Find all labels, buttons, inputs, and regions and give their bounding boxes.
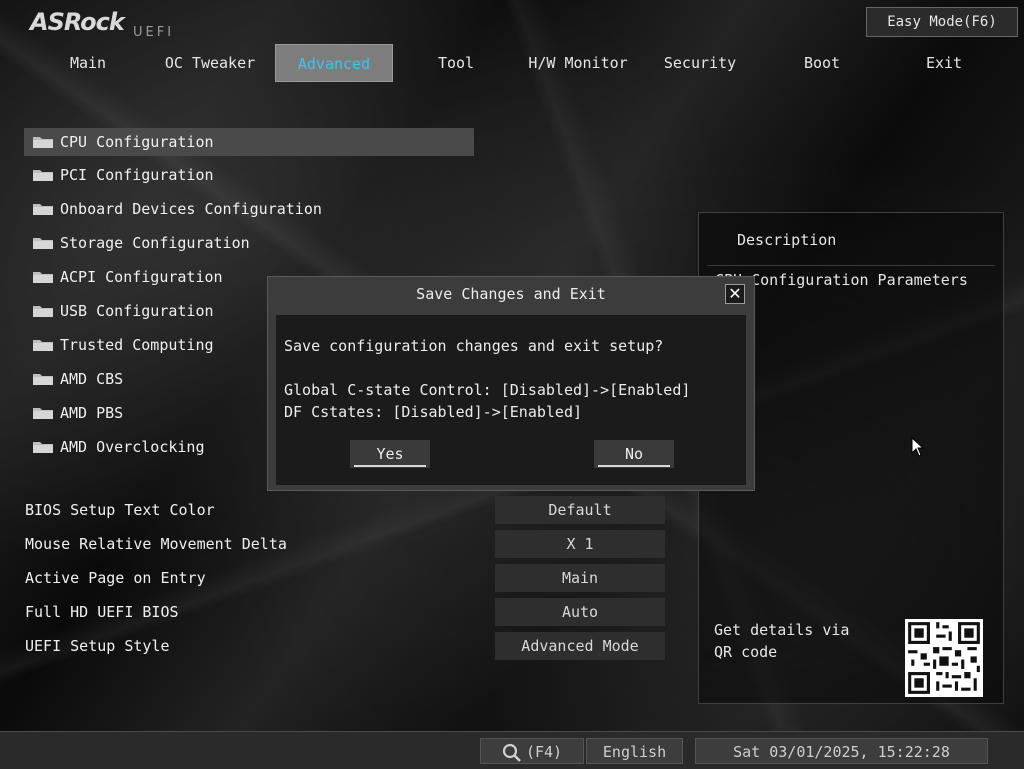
qr-code-icon (905, 619, 983, 697)
description-title: Description (737, 231, 837, 249)
settings-list: BIOS Setup Text Color Default Mouse Rela… (25, 493, 670, 663)
setting-label: BIOS Setup Text Color (25, 501, 215, 519)
folder-icon (33, 170, 53, 181)
setting-row: Mouse Relative Movement Delta X 1 (25, 527, 670, 561)
setting-label: Mouse Relative Movement Delta (25, 535, 287, 553)
menu-item-label: ACPI Configuration (60, 268, 223, 286)
search-icon (502, 743, 521, 762)
save-changes-dialog: Save Changes and Exit ✕ Save configurati… (267, 276, 755, 491)
folder-icon (33, 137, 53, 148)
main-tab-bar: Main OC Tweaker Advanced Tool H/W Monito… (29, 44, 1017, 82)
dialog-question: Save configuration changes and exit setu… (284, 337, 664, 355)
tab-boot[interactable]: Boot (763, 44, 881, 82)
mouse-cursor-icon (911, 437, 925, 457)
setting-row: Active Page on Entry Main (25, 561, 670, 595)
search-key-label: (F4) (525, 743, 563, 761)
menu-item-label: Storage Configuration (60, 234, 250, 252)
active-page-select[interactable]: Main (495, 564, 665, 592)
mouse-delta-select[interactable]: X 1 (495, 530, 665, 558)
menu-item-label: AMD PBS (60, 404, 124, 422)
close-icon[interactable]: ✕ (725, 284, 745, 304)
folder-icon (33, 204, 53, 215)
tab-hw-monitor[interactable]: H/W Monitor (519, 44, 637, 82)
menu-item-label: USB Configuration (60, 302, 214, 320)
tab-tool[interactable]: Tool (397, 44, 515, 82)
bottom-status-bar: (F4) English Sat 03/01/2025, 15:22:28 (0, 731, 1024, 769)
tab-main[interactable]: Main (29, 44, 147, 82)
tab-exit[interactable]: Exit (885, 44, 1003, 82)
setting-row: UEFI Setup Style Advanced Mode (25, 629, 670, 663)
search-button[interactable]: (F4) (480, 738, 584, 764)
dialog-title: Save Changes and Exit (416, 285, 606, 303)
dialog-change-line: Global C-state Control: [Disabled]->[Ena… (284, 381, 691, 399)
datetime-display: Sat 03/01/2025, 15:22:28 (695, 738, 988, 764)
folder-icon (33, 408, 53, 419)
menu-item-cpu-configuration[interactable]: CPU Configuration (24, 128, 474, 156)
tab-oc-tweaker[interactable]: OC Tweaker (151, 44, 269, 82)
dialog-body: Save configuration changes and exit setu… (276, 315, 746, 485)
language-button[interactable]: English (586, 738, 683, 764)
menu-item-label: AMD CBS (60, 370, 124, 388)
menu-item-storage-configuration[interactable]: Storage Configuration (24, 226, 474, 260)
full-hd-uefi-select[interactable]: Auto (495, 598, 665, 626)
folder-icon (33, 238, 53, 249)
setting-label: UEFI Setup Style (25, 637, 170, 655)
setting-label: Full HD UEFI BIOS (25, 603, 179, 621)
easy-mode-button[interactable]: Easy Mode(F6) (866, 7, 1018, 37)
setting-row: Full HD UEFI BIOS Auto (25, 595, 670, 629)
uefi-setup-style-select[interactable]: Advanced Mode (495, 632, 665, 660)
folder-icon (33, 306, 53, 317)
menu-item-label: Trusted Computing (60, 336, 214, 354)
setting-row: BIOS Setup Text Color Default (25, 493, 670, 527)
description-divider (707, 265, 995, 266)
menu-item-onboard-devices[interactable]: Onboard Devices Configuration (24, 192, 474, 226)
folder-icon (33, 374, 53, 385)
folder-icon (33, 442, 53, 453)
menu-item-pci-configuration[interactable]: PCI Configuration (24, 158, 474, 192)
menu-item-label: PCI Configuration (60, 166, 214, 184)
bios-text-color-select[interactable]: Default (495, 496, 665, 524)
menu-item-label: Onboard Devices Configuration (60, 200, 322, 218)
tab-security[interactable]: Security (641, 44, 759, 82)
uefi-subtitle: UEFI (133, 25, 175, 40)
yes-button[interactable]: Yes (350, 440, 430, 468)
menu-item-label: AMD Overclocking (60, 438, 205, 456)
tab-advanced[interactable]: Advanced (275, 44, 393, 82)
no-button[interactable]: No (594, 440, 674, 468)
setting-label: Active Page on Entry (25, 569, 206, 587)
dialog-change-line: DF Cstates: [Disabled]->[Enabled] (284, 403, 583, 421)
folder-icon (33, 340, 53, 351)
qr-caption: Get details via QR code (714, 621, 850, 661)
asrock-logo: ASRock (30, 8, 125, 36)
folder-icon (33, 272, 53, 283)
menu-item-label: CPU Configuration (60, 133, 214, 151)
